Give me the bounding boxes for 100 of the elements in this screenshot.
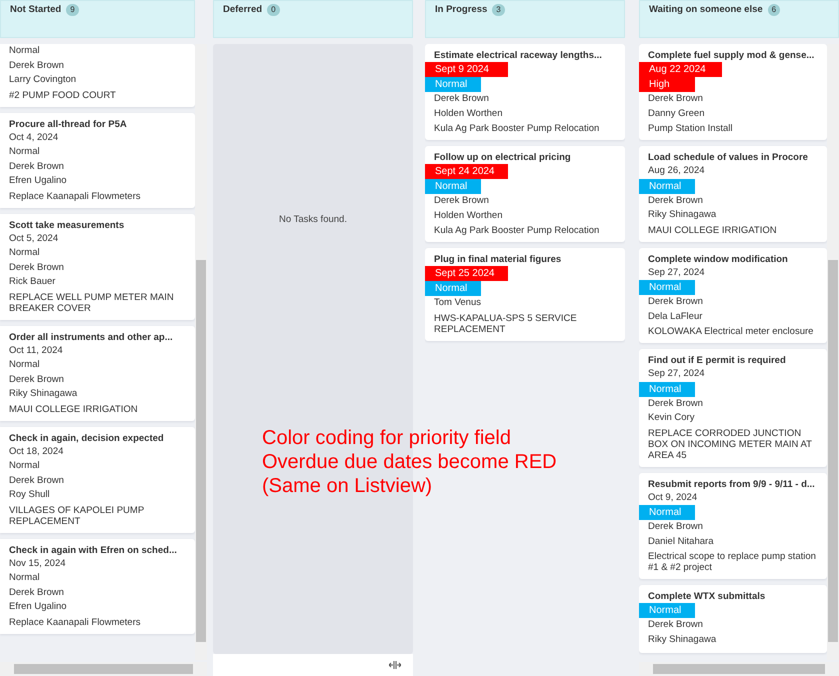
priority-tag: High — [639, 77, 695, 92]
task-card[interactable]: Plug in final material figures Sept 25 2024 Normal Tom Venus HWS-KAPALUA-SPS 5 SERVICE REPLACEMENT — [425, 248, 625, 340]
task-card[interactable]: Follow up on electrical pricing Sept 24 2024 Normal Derek Brown Holden Worthen Kula Ag Park Booster Pump Relocation — [425, 146, 625, 242]
task-card[interactable]: Resubmit reports from 9/9 - 9/11 - d... Oct 9, 2024 Normal Derek Brown Daniel Nitahara Electrical scope to replace pump station #1 & #2 project — [639, 472, 827, 579]
owner-name: Derek Brown — [9, 586, 65, 600]
resize-icon[interactable] — [389, 661, 401, 669]
task-card[interactable]: Procure all-thread for P5A Oct 4, 2024 Normal Derek Brown Efren Ugalino Replace Kaanapali Flowmeters — [0, 112, 195, 208]
project-name: KOLOWAKA Electrical meter enclosure — [648, 326, 814, 337]
due-date: Oct 18, 2024 — [9, 444, 64, 458]
assignee-name: Riky Shinagawa — [9, 387, 78, 401]
assignee-name: Larry Covington — [9, 73, 78, 87]
assignee-name: Tom Venus — [434, 296, 482, 310]
owner-name: Derek Brown — [648, 92, 704, 106]
priority-tag: Normal — [639, 382, 695, 396]
vertical-scrollbar[interactable] — [195, 44, 207, 660]
task-title: Complete WTX submittals — [648, 590, 766, 603]
priority: Normal — [9, 44, 41, 58]
task-card[interactable]: Complete WTX submittals Normal Derek Brown Riky Shinagawa — [639, 585, 827, 653]
owner-name: Derek Brown — [648, 520, 704, 534]
count-badge: 9 — [66, 4, 79, 16]
due-date-tag: Sept 25 2024 — [425, 266, 508, 281]
priority: Normal — [9, 358, 41, 372]
assignee-name: Roy Shull — [9, 488, 51, 502]
count-badge: 3 — [492, 4, 505, 16]
project-name: Kula Ag Park Booster Pump Relocation — [434, 123, 600, 134]
assignee-name: Efren Ugalino — [9, 600, 68, 614]
task-card[interactable]: Complete window modification Sep 27, 2024 Normal Derek Brown Dela LaFleur KOLOWAKA Electrical meter enclosure — [639, 248, 827, 343]
project-name: Replace Kaanapali Flowmeters — [9, 616, 142, 628]
column-title: Deferred — [223, 4, 262, 16]
task-title: Load schedule of values in Procore — [648, 151, 809, 164]
owner-name: Derek Brown — [648, 295, 704, 309]
due-date: Nov 15, 2024 — [9, 556, 67, 570]
priority: Normal — [9, 571, 41, 585]
task-title: Complete window modification — [648, 252, 789, 266]
owner-name: Derek Brown — [9, 474, 65, 488]
project-name: REPLACE WELL PUMP METER MAIN BREAKER COVER — [9, 292, 175, 314]
column-title: Not Started — [10, 4, 62, 16]
horizontal-scrollbar[interactable] — [0, 662, 207, 676]
owner-name: Derek Brown — [434, 92, 490, 106]
project-name: #2 PUMP FOOD COURT — [9, 90, 117, 100]
due-date: Sep 27, 2024 — [648, 266, 706, 280]
owner-name: Derek Brown — [648, 618, 704, 632]
assignee-name: Riky Shinagawa — [648, 632, 718, 646]
task-card[interactable]: Load schedule of values in Procore Aug 26, 2024 Normal Derek Brown Riky Shinagawa MAUI COLLEGE IRRIGATION — [639, 146, 827, 242]
task-card[interactable]: Check in again with Efren on sched... Nov 15, 2024 Normal Derek Brown Efren Ugalino Replace Kaanapali Flowmeters — [0, 538, 195, 634]
due-date: Sep 27, 2024 — [648, 367, 706, 381]
horizontal-scrollbar[interactable] — [639, 662, 839, 676]
task-title: Scott take measurements — [9, 218, 126, 232]
assignee-name: Dela LaFleur — [648, 310, 704, 324]
owner-name: Derek Brown — [434, 194, 490, 208]
priority-tag: Normal — [639, 505, 695, 520]
due-date-tag: Aug 22 2024 — [639, 62, 722, 77]
assignee-name: Daniel Nitahara — [648, 534, 714, 548]
due-date: Oct 9, 2024 — [648, 490, 698, 504]
task-title: Complete fuel supply mod & gense... — [648, 49, 816, 62]
task-title: Find out if E permit is required — [648, 354, 787, 367]
column-title: In Progress — [435, 4, 488, 16]
vertical-scrollbar[interactable] — [827, 44, 839, 660]
priority: Normal — [9, 246, 41, 260]
priority: Normal — [9, 145, 41, 159]
assignee-name: Holden Worthen — [434, 106, 504, 120]
priority-tag: Normal — [425, 179, 481, 194]
task-title: Resubmit reports from 9/9 - 9/11 - d... — [648, 478, 816, 490]
priority: Normal — [9, 459, 41, 473]
priority-tag: Normal — [425, 77, 481, 92]
task-card[interactable]: Normal Derek Brown Larry Covington #2 PUMP FOOD COURT — [0, 44, 195, 106]
priority-tag: Normal — [425, 281, 481, 296]
priority-tag: Normal — [639, 280, 695, 295]
assignee-name: Kevin Cory — [648, 411, 696, 425]
task-card[interactable]: Find out if E permit is required Sep 27, 2024 Normal Derek Brown Kevin Cory REPLACE CORRODED JUNCTION BOX ON INCOMING METER MAIN AT AREA 45 — [639, 349, 827, 466]
task-title: Plug in final material figures — [434, 253, 562, 266]
annotation-text: Color coding for priority field Overdue due dates become RED (Same on Listview) — [262, 426, 557, 498]
owner-name: Derek Brown — [648, 396, 704, 410]
task-title: Estimate electrical raceway lengths... — [434, 49, 603, 62]
project-name: Replace Kaanapali Flowmeters — [9, 190, 142, 202]
count-badge: 0 — [267, 4, 280, 16]
project-name: Pump Station Install — [648, 123, 734, 134]
due-date: Oct 11, 2024 — [9, 344, 64, 358]
task-card[interactable]: Estimate electrical raceway lengths... Sept 9 2024 Normal Derek Brown Holden Worthen Kula Ag Park Booster Pump Relocation — [425, 44, 625, 140]
project-name: Electrical scope to replace pump station #1 & #2 project — [648, 551, 817, 573]
task-title: Check in again with Efren on sched... — [9, 544, 178, 556]
assignee-name: Efren Ugalino — [9, 174, 68, 188]
task-title: Order all instruments and other ap... — [9, 330, 174, 344]
task-card[interactable]: Check in again, decision expected Oct 18, 2024 Normal Derek Brown Roy Shull VILLAGES OF KAPOLEI PUMP REPLACEMENT — [0, 426, 195, 532]
owner-name: Derek Brown — [9, 160, 65, 174]
assignee-name: Danny Green — [648, 106, 706, 120]
column-title: Waiting on someone else — [649, 4, 763, 16]
due-date: Oct 5, 2024 — [9, 232, 60, 246]
assignee-name: Rick Bauer — [9, 275, 56, 289]
task-title: Follow up on electrical pricing — [434, 151, 572, 164]
count-badge: 6 — [768, 4, 780, 16]
task-title: Check in again, decision expected — [9, 432, 165, 444]
priority-tag: Normal — [639, 603, 695, 618]
task-card[interactable]: Scott take measurements Oct 5, 2024 Normal Derek Brown Rick Bauer REPLACE WELL PUMP METER MAIN BREAKER COVER — [0, 214, 195, 320]
task-card[interactable]: Complete fuel supply mod & gense... Aug 22 2024 High Derek Brown Danny Green Pump Station Install — [639, 44, 827, 140]
project-name: Kula Ag Park Booster Pump Relocation — [434, 225, 600, 236]
owner-name: Derek Brown — [9, 58, 65, 72]
project-name: HWS-KAPALUA-SPS 5 SERVICE REPLACEMENT — [434, 312, 578, 334]
task-card[interactable]: Order all instruments and other ap... Oct 11, 2024 Normal Derek Brown Riky Shinagawa MAUI COLLEGE IRRIGATION — [0, 326, 195, 420]
owner-name: Derek Brown — [9, 260, 65, 274]
